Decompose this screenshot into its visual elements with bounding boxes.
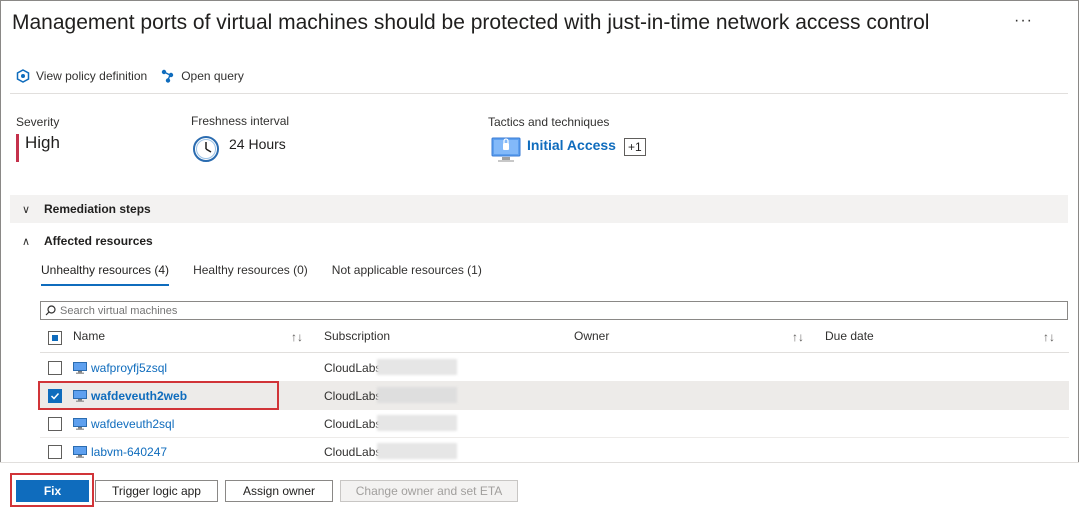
vm-name-link[interactable]: labvm-640247	[91, 445, 167, 459]
tab-healthy-resources[interactable]: Healthy resources (0)	[193, 263, 308, 286]
change-owner-and-set-eta-button: Change owner and set ETA	[340, 480, 518, 502]
divider	[10, 93, 1068, 94]
column-header-name[interactable]: Name	[73, 329, 105, 343]
view-policy-label: View policy definition	[36, 69, 148, 83]
subscription-value: CloudLabs	[324, 361, 382, 375]
table-row[interactable]: wafproyfj5zsql CloudLabs	[40, 354, 1069, 382]
severity-label: Severity	[16, 115, 60, 129]
sort-due-date-icon[interactable]: ↑↓	[1043, 330, 1055, 344]
sort-owner-icon[interactable]: ↑↓	[792, 330, 804, 344]
virtual-machine-icon	[73, 446, 87, 458]
select-all-checkbox[interactable]	[48, 331, 62, 345]
command-bar: View policy definition Open query	[16, 69, 258, 83]
row-checkbox[interactable]	[48, 417, 62, 431]
column-header-owner[interactable]: Owner	[574, 329, 609, 343]
initial-access-icon	[491, 137, 521, 162]
open-query-label: Open query	[181, 69, 244, 83]
assign-owner-button[interactable]: Assign owner	[225, 480, 333, 502]
search-input[interactable]	[60, 304, 960, 317]
vm-name-link[interactable]: wafdeveuth2sql	[91, 417, 174, 431]
tactics-label: Tactics and techniques	[488, 115, 610, 129]
remediation-steps-section[interactable]: ∨ Remediation steps	[10, 195, 1068, 223]
tab-not-applicable-resources[interactable]: Not applicable resources (1)	[332, 263, 482, 286]
selection-highlight-box	[38, 381, 279, 410]
virtual-machine-icon	[73, 418, 87, 430]
page-title: Management ports of virtual machines sho…	[12, 11, 930, 34]
virtual-machine-icon	[73, 362, 87, 374]
redacted-text	[377, 415, 457, 431]
search-box[interactable]	[40, 301, 1068, 320]
row-checkbox[interactable]	[48, 361, 62, 375]
table-row[interactable]: wafdeveuth2sql CloudLabs A	[40, 410, 1069, 438]
trigger-logic-app-button[interactable]: Trigger logic app	[95, 480, 218, 502]
affected-resources-section[interactable]: ∧ Affected resources	[10, 227, 1068, 255]
table-header-divider	[40, 352, 1069, 353]
clock-icon	[193, 136, 219, 162]
severity-indicator	[16, 134, 19, 162]
chevron-down-icon: ∨	[22, 203, 31, 216]
row-checkbox[interactable]	[48, 445, 62, 459]
redacted-text	[377, 387, 457, 403]
severity-value: High	[25, 133, 60, 152]
view-policy-definition-button[interactable]: View policy definition	[16, 69, 147, 83]
initial-access-link[interactable]: Initial Access	[527, 137, 616, 153]
resource-tabs: Unhealthy resources (4) Healthy resource…	[41, 263, 506, 286]
column-header-subscription[interactable]: Subscription	[324, 329, 390, 343]
redacted-text	[377, 443, 457, 459]
subscription-value: CloudLabs	[324, 445, 382, 459]
more-tactics-badge[interactable]: +1	[624, 138, 646, 156]
freshness-value: 24 Hours	[229, 136, 286, 152]
sort-name-icon[interactable]: ↑↓	[291, 330, 303, 344]
vm-name-link[interactable]: wafproyfj5zsql	[91, 361, 167, 375]
tab-unhealthy-resources[interactable]: Unhealthy resources (4)	[41, 263, 170, 286]
freshness-label: Freshness interval	[191, 114, 290, 128]
redacted-text	[377, 359, 457, 375]
affected-resources-label: Affected resources	[44, 234, 153, 248]
search-icon	[45, 305, 56, 316]
column-header-due-date[interactable]: Due date	[825, 329, 874, 343]
more-options-icon[interactable]: ···	[1014, 12, 1033, 30]
fix-highlight-box	[10, 473, 94, 507]
query-icon	[161, 69, 174, 83]
open-query-button[interactable]: Open query	[161, 69, 244, 83]
chevron-up-icon: ∧	[22, 235, 31, 248]
remediation-steps-label: Remediation steps	[44, 202, 151, 216]
policy-icon	[16, 69, 30, 83]
